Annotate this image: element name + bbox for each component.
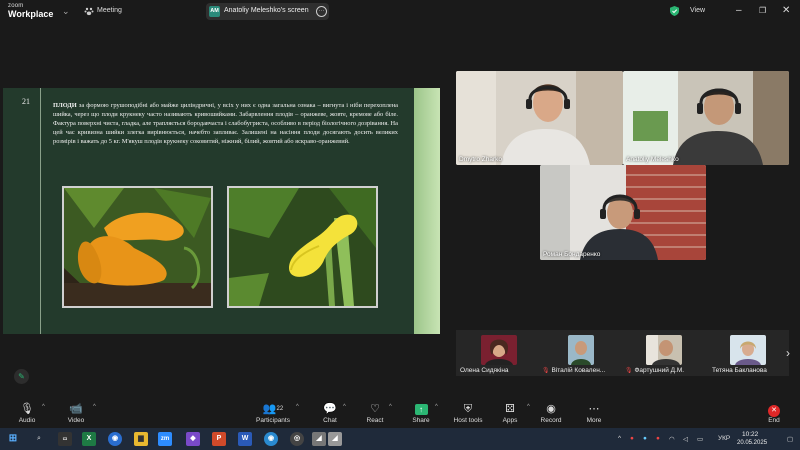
meeting-label[interactable]: Meeting (97, 7, 122, 14)
end-button[interactable]: ✕ End (751, 402, 797, 424)
slide-paragraph: за формою грушоподібні або майже циліндр… (53, 102, 398, 145)
video-tile-dmytro[interactable]: Dmytro Zharko (456, 71, 623, 165)
powerpoint-icon[interactable]: P (212, 432, 226, 446)
view-button[interactable]: View (690, 7, 705, 14)
tray-app-icon-2[interactable]: ● (643, 435, 647, 442)
annotate-icon[interactable]: ✎ (14, 369, 29, 384)
slide-body-text: ПЛОДИ за формою грушоподібні або майже ц… (53, 101, 398, 146)
thumb-fartushnyi[interactable] (646, 335, 682, 365)
language-indicator[interactable]: УКР (718, 435, 730, 442)
presenter-avatar: AM (209, 6, 220, 17)
chevron-up-icon[interactable]: ^ (296, 404, 299, 410)
restore-icon[interactable]: ❐ (759, 6, 766, 15)
shield-icon[interactable] (670, 6, 679, 16)
chevron-down-icon[interactable]: ⌄ (62, 6, 70, 17)
end-call-icon: ✕ (751, 402, 797, 417)
slide-bold-word: ПЛОДИ (53, 102, 77, 109)
clock-date[interactable]: 20.05.2025 (737, 440, 767, 446)
search-icon[interactable]: ⌕ (32, 432, 46, 446)
app-icon-3[interactable]: ◢ (328, 432, 342, 446)
app-icon-2[interactable]: ◢ (312, 432, 326, 446)
more-icon: ⋯ (588, 403, 600, 415)
slide-number: 21 (22, 97, 30, 106)
paw-icon (84, 7, 94, 16)
strip-participant-name: 🎙 Віталій Ковален... (542, 367, 606, 374)
squash-photo-orange (62, 186, 213, 308)
wifi-icon[interactable]: ◠ (669, 435, 675, 443)
thumb-tetiana[interactable] (730, 335, 766, 365)
thumb-olena[interactable] (481, 335, 517, 365)
chevron-up-icon[interactable]: ^ (93, 404, 96, 410)
app-logo-bottom: Workplace (8, 9, 54, 19)
chevron-up-icon[interactable]: ^ (389, 404, 392, 410)
strip-participant-name: Тетяна Бакланова (712, 367, 767, 374)
word-icon[interactable]: W (238, 432, 252, 446)
more-icon[interactable]: ··· (316, 6, 327, 17)
excel-icon[interactable]: X (82, 432, 96, 446)
tray-app-icon-3[interactable]: ● (656, 435, 660, 442)
slide-green-band (414, 88, 440, 334)
participant-name: Роман Бондаренко (543, 251, 601, 258)
zoom-icon[interactable]: zm (158, 432, 172, 446)
notifications-icon[interactable]: ▢ (787, 435, 793, 443)
participants-count: 22 (276, 406, 284, 412)
windows-start-icon[interactable]: ⊞ (6, 432, 20, 446)
participants-icon: 👥22 (262, 403, 284, 415)
participants-button[interactable]: 👥22 Participants (250, 402, 296, 424)
tray-app-icon[interactable]: ● (630, 435, 634, 442)
video-tile-anatoliy[interactable]: Anatoliy Meleshko (623, 71, 789, 165)
chat-button[interactable]: 💬 Chat (307, 402, 353, 424)
chevron-up-icon[interactable]: ^ (343, 404, 346, 410)
host-tools-button[interactable]: ⛨ Host tools (445, 402, 491, 424)
shared-slide: 21 ПЛОДИ за формою грушоподібні або майж… (3, 88, 440, 334)
participant-name: Dmytro Zharko (459, 156, 502, 163)
task-view-icon[interactable]: ▭ (58, 432, 72, 446)
record-icon: ◉ (546, 403, 556, 415)
strip-participant-name: Олена Сидякіна (460, 367, 509, 374)
more-button[interactable]: ⋯ More (571, 402, 617, 424)
chat-icon: 💬 (323, 403, 337, 415)
chrome-icon-2[interactable]: ◉ (264, 432, 278, 446)
shield-host-icon: ⛨ (463, 403, 473, 415)
record-button[interactable]: ◉ Record (528, 402, 574, 424)
squash-photo-yellow (227, 186, 378, 308)
chevron-right-icon[interactable]: › (786, 346, 790, 360)
close-icon[interactable]: ✕ (782, 5, 790, 16)
strip-participant-name: 🎙 Фартушний Д.М. (625, 367, 685, 374)
chrome-icon[interactable]: ◉ (108, 432, 122, 446)
slide-divider (40, 88, 41, 334)
participant-name: Anatoliy Meleshko (626, 156, 679, 163)
file-explorer-icon[interactable]: ▆ (134, 432, 148, 446)
thumb-vitaliy[interactable] (568, 335, 594, 365)
mic-off-icon: 🎙 (625, 368, 633, 374)
app-icon[interactable]: ◆ (186, 432, 200, 446)
chevron-up-icon[interactable]: ^ (42, 404, 45, 410)
clock-time[interactable]: 10:22 (742, 431, 758, 438)
video-tile-roman[interactable]: Роман Бондаренко (540, 165, 706, 260)
battery-icon[interactable]: ▭ (697, 435, 703, 443)
media-icon[interactable]: ◎ (290, 432, 304, 446)
chevron-up-icon[interactable]: ^ (435, 404, 438, 410)
speaker-icon[interactable]: ◁ (683, 435, 688, 443)
minimize-icon[interactable]: – (736, 5, 742, 16)
chevron-up-icon[interactable]: ^ (618, 435, 621, 442)
mic-off-icon: 🎙 (542, 368, 550, 374)
screen-share-label: Anatoliy Meleshko's screen (224, 7, 309, 14)
